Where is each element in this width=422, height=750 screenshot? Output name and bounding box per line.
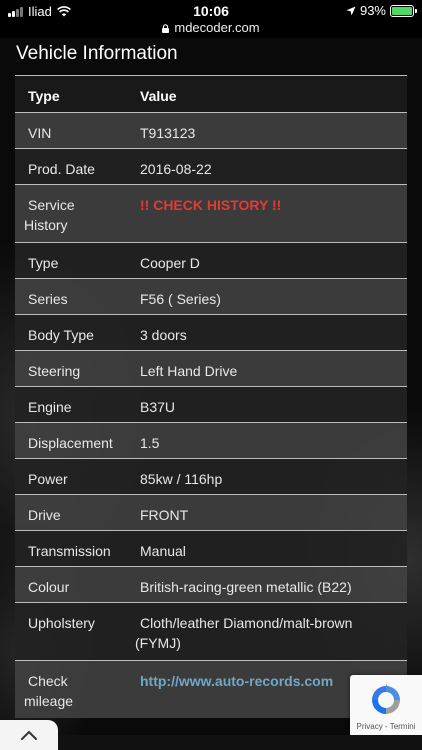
table-row: Power 85kw / 116hp xyxy=(15,458,407,494)
header-value: Value xyxy=(140,88,177,104)
table-row: Type Cooper D xyxy=(15,242,407,278)
address-bar[interactable]: mdecoder.com xyxy=(0,20,422,35)
row-value: 2016-08-22 xyxy=(140,161,212,177)
table-row: Steering Left Hand Drive xyxy=(15,350,407,386)
row-value: F56 ( Series) xyxy=(140,291,221,307)
row-label: Type xyxy=(28,255,59,271)
section-title: Vehicle Information xyxy=(16,43,178,64)
row-label-line1: Check xyxy=(28,673,68,689)
row-label: Service History xyxy=(15,185,127,242)
row-label: Transmission xyxy=(28,543,111,559)
header-type: Type xyxy=(28,88,60,104)
lock-icon xyxy=(162,24,170,33)
location-arrow-icon xyxy=(346,6,356,15)
battery-percent: 93% xyxy=(359,3,386,18)
table-row: Series F56 ( Series) xyxy=(15,278,407,314)
row-value: 3 doors xyxy=(140,327,187,343)
row-value-line2: (FYMJ) xyxy=(135,635,181,651)
row-value: FRONT xyxy=(140,507,189,523)
vehicle-info-table: Type Value VIN T913123 Prod. Date 2016-0… xyxy=(15,75,407,718)
chevron-up-icon xyxy=(21,730,37,740)
row-label: Upholstery xyxy=(28,615,95,631)
table-row: Displacement 1.5 xyxy=(15,422,407,458)
table-row: Transmission Manual xyxy=(15,530,407,566)
page: Iliad 10:06 mdecoder.com 93% Vehicle Inf… xyxy=(0,0,422,750)
recaptcha-icon xyxy=(372,684,400,714)
row-value: Manual xyxy=(140,543,186,559)
row-value: British-racing-green metallic (B22) xyxy=(140,579,352,595)
battery-icon xyxy=(390,4,417,17)
table-row: Body Type 3 doors xyxy=(15,314,407,350)
row-value: Cooper D xyxy=(140,255,200,271)
recaptcha-privacy-terms[interactable]: Privacy - Termini xyxy=(350,722,422,731)
row-value-line1: Cloth/leather Diamond/malt-brown xyxy=(140,615,353,631)
row-label: Prod. Date xyxy=(28,161,95,177)
row-label: Engine xyxy=(28,399,72,415)
row-value: 1.5 xyxy=(140,435,160,451)
row-label: Drive xyxy=(28,507,61,523)
check-history-warning: !! CHECK HISTORY !! xyxy=(140,197,282,213)
table-row: Check mileage http://www.auto-records.co… xyxy=(15,660,407,718)
table-row: Engine B37U xyxy=(15,386,407,422)
row-label-line2: mileage xyxy=(24,693,74,709)
url-text: mdecoder.com xyxy=(174,20,260,35)
row-value: 85kw / 116hp xyxy=(140,471,223,487)
table-row: Service History !! CHECK HISTORY !! xyxy=(15,184,407,242)
recaptcha-badge[interactable]: Privacy - Termini xyxy=(350,675,422,737)
row-label-line2: History xyxy=(24,217,68,233)
row-value: Left Hand Drive xyxy=(140,363,238,379)
status-bar: Iliad 10:06 mdecoder.com 93% xyxy=(0,0,422,38)
table-row: Colour British-racing-green metallic (B2… xyxy=(15,566,407,602)
table-row: Upholstery Cloth/leather Diamond/malt-br… xyxy=(15,602,407,660)
scroll-up-tab[interactable] xyxy=(0,720,58,750)
row-label: VIN xyxy=(28,125,52,141)
row-label: Colour xyxy=(28,579,70,595)
table-row: VIN T913123 xyxy=(15,112,407,148)
row-label: Check mileage xyxy=(15,661,127,718)
row-label: Displacement xyxy=(28,435,113,451)
row-label-line1: Service xyxy=(28,197,75,213)
table-header-row: Type Value xyxy=(15,75,407,112)
status-right: 93% xyxy=(346,3,417,18)
row-label: Series xyxy=(28,291,68,307)
row-label: Steering xyxy=(28,363,81,379)
row-value: T913123 xyxy=(140,125,196,141)
row-value: Cloth/leather Diamond/malt-brown (FYMJ) xyxy=(127,603,407,660)
table-row: Prod. Date 2016-08-22 xyxy=(15,148,407,184)
row-label: Power xyxy=(28,471,68,487)
row-value: B37U xyxy=(140,399,176,415)
row-label: Body Type xyxy=(28,327,94,343)
bottom-toolbar-strip xyxy=(58,735,422,750)
table-row: Drive FRONT xyxy=(15,494,407,530)
